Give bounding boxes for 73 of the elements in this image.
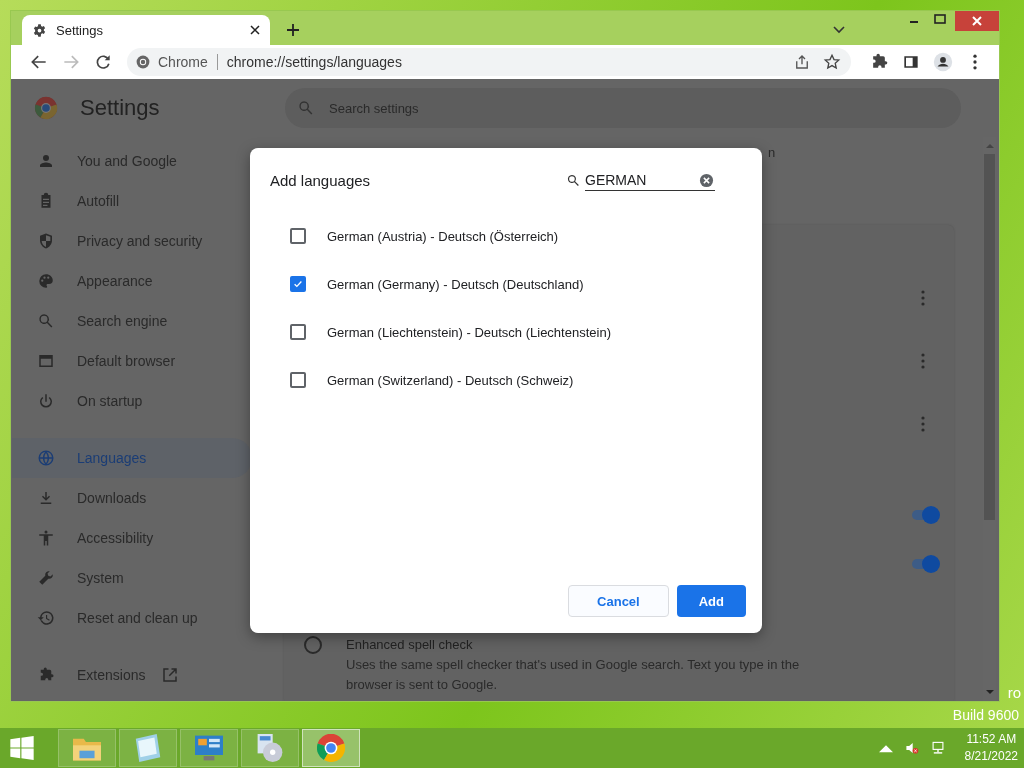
nav-icon (37, 152, 55, 170)
sidebar-item[interactable]: Accessibility (12, 518, 252, 558)
sidebar-item[interactable]: System (12, 558, 252, 598)
notepad-icon (134, 734, 162, 762)
installer-icon (256, 734, 284, 762)
checkbox[interactable] (290, 372, 306, 388)
logo-icon (34, 96, 58, 120)
speaker-muted-icon[interactable] (904, 741, 919, 755)
sidebar-item[interactable]: Search engine (12, 301, 252, 341)
checkbox[interactable] (290, 276, 306, 292)
nav-icon (37, 312, 55, 330)
nav-icon (37, 569, 55, 587)
build-label: Build 9600 (952, 707, 1019, 723)
sidebar-item[interactable]: Downloads (12, 478, 252, 518)
nav-icon (37, 272, 55, 290)
page-title: Settings (80, 95, 160, 121)
taskbar-app[interactable] (119, 729, 177, 767)
toggle-switch[interactable] (910, 506, 940, 524)
add-button[interactable]: Add (676, 585, 746, 617)
extensions-link[interactable]: Extensions (12, 655, 252, 695)
language-label: German (Austria) - Deutsch (Österreich) (327, 228, 559, 244)
star-icon[interactable] (823, 53, 841, 71)
gear-icon (32, 22, 47, 38)
address-bar[interactable]: Chrome chrome://settings/languages (127, 48, 851, 76)
sidebar-item[interactable]: Languages (12, 438, 252, 478)
language-label: German (Germany) - Deutsch (Deutschland) (327, 276, 584, 292)
more-icon[interactable] (920, 416, 926, 432)
setting-text: n (768, 145, 776, 160)
nav-icon (37, 609, 55, 627)
taskbar-app[interactable] (302, 729, 360, 767)
profile-icon[interactable] (933, 52, 953, 72)
nav-icon (37, 449, 55, 467)
sidebar-item[interactable]: Appearance (12, 261, 252, 301)
clock-date: 8/21/2022 (964, 748, 1018, 765)
nav-icon (37, 529, 55, 547)
control-panel-icon (195, 734, 223, 762)
language-label: German (Switzerland) - Deutsch (Schweiz) (327, 372, 574, 388)
close-window-icon[interactable] (955, 11, 999, 31)
sidebar-item[interactable]: On startup (12, 381, 252, 421)
checkbox[interactable] (290, 324, 306, 340)
sidebar-item[interactable]: Autofill (12, 181, 252, 221)
start-icon[interactable] (8, 734, 36, 762)
sidebar-item[interactable]: Reset and clean up (12, 598, 252, 638)
more-icon[interactable] (920, 353, 926, 369)
browser-logo-icon (317, 734, 345, 762)
radio-button[interactable] (304, 636, 322, 654)
new-tab-icon[interactable] (287, 24, 299, 36)
cancel-button[interactable]: Cancel (568, 585, 669, 617)
network-icon[interactable] (930, 741, 945, 755)
sidebar-item[interactable]: Privacy and security (12, 221, 252, 261)
language-label: German (Liechtenstein) - Deutsch (Liechtenstein) (327, 324, 611, 340)
sidebar-item[interactable]: Default browser (12, 341, 252, 381)
nav-icon (37, 232, 55, 250)
checkbox[interactable] (290, 228, 306, 244)
more-icon[interactable] (920, 290, 926, 306)
logo-icon (135, 54, 151, 70)
search-icon (566, 172, 581, 188)
share-icon[interactable] (793, 53, 811, 71)
nav-icon (37, 352, 55, 370)
close-icon[interactable] (250, 25, 260, 35)
sidebar-item[interactable]: You and Google (12, 141, 252, 181)
external-link-icon (161, 666, 180, 684)
chevron-down-icon[interactable] (833, 26, 845, 34)
scroll-down-icon[interactable] (985, 690, 994, 695)
checkmark-icon (292, 278, 304, 290)
nav-icon (37, 392, 55, 410)
desktop-text: ro (1007, 684, 1021, 701)
clock-time: 11:52 AM (966, 731, 1017, 748)
option-label: Enhanced spell check (346, 636, 474, 654)
taskbar-app[interactable] (180, 729, 238, 767)
browser-tab[interactable]: Settings (22, 15, 270, 45)
toggle-switch[interactable] (910, 555, 940, 573)
dialog-title: Add languages (270, 171, 371, 189)
